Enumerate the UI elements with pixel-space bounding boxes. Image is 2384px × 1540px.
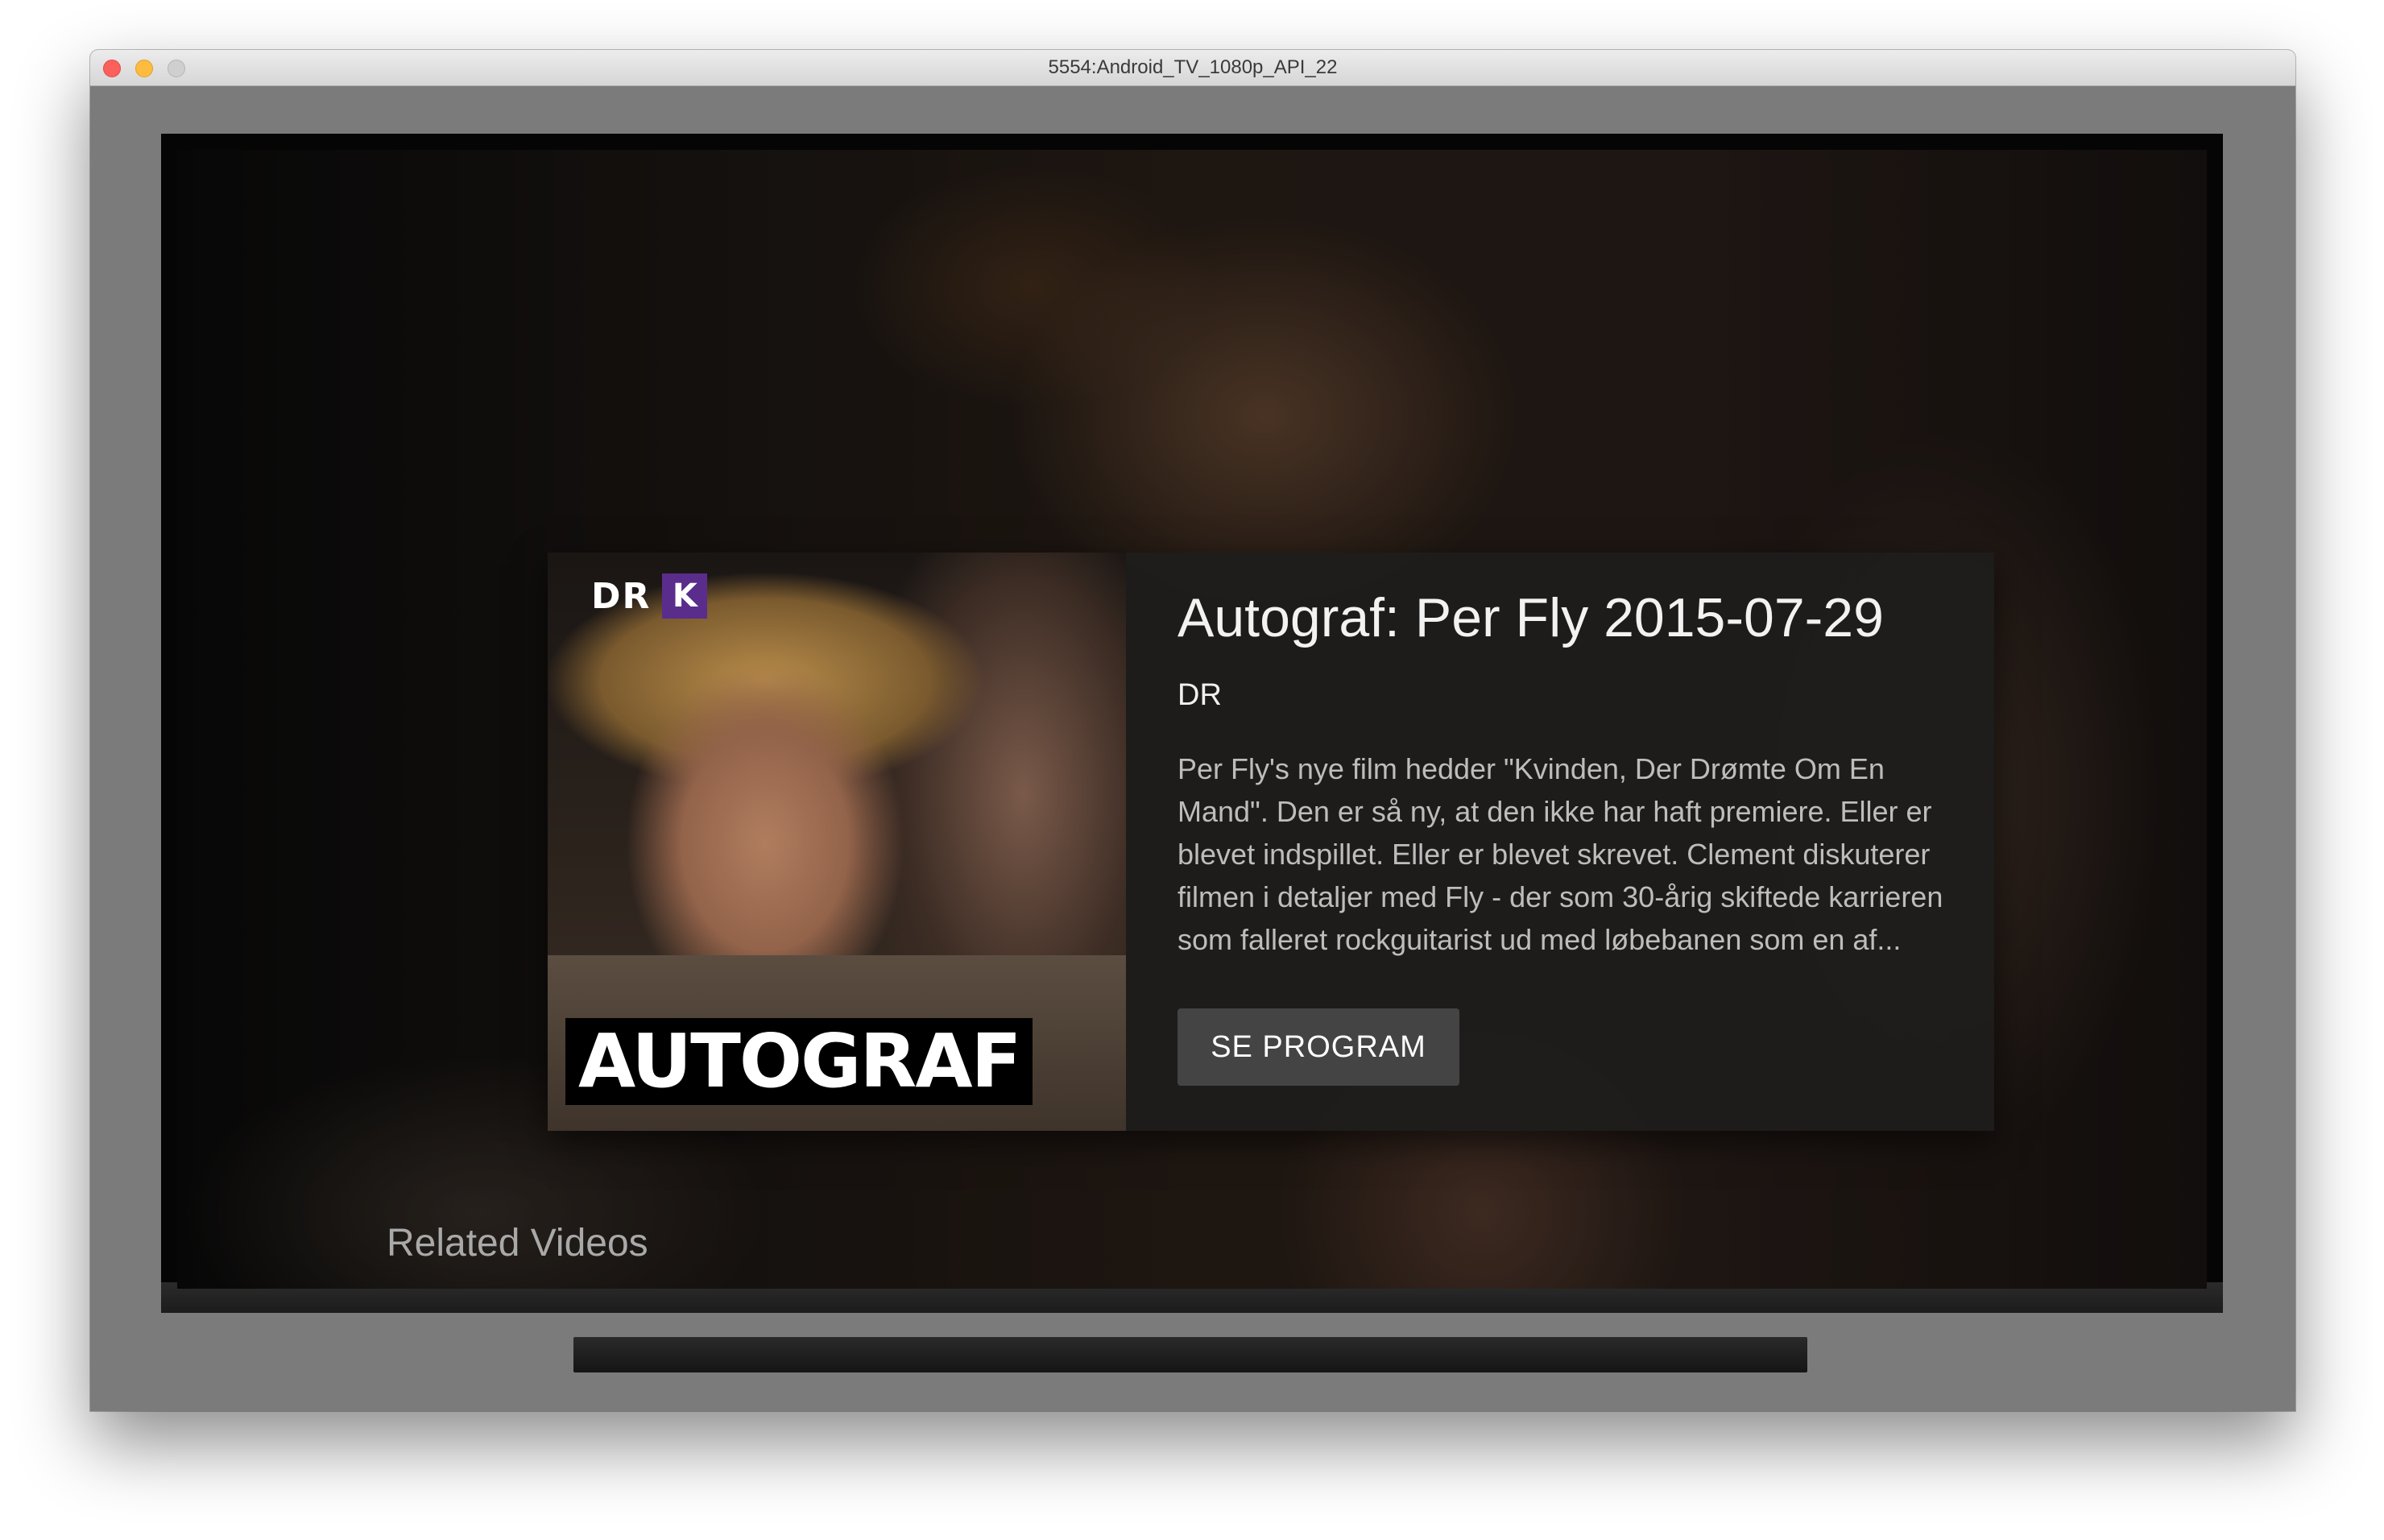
- channel-logo: DR K: [591, 573, 708, 619]
- poster-title-box: AUTOGRAF: [565, 1018, 1033, 1105]
- program-title: Autograf: Per Fly 2015-07-29: [1178, 587, 1884, 648]
- program-channel: DR: [1178, 678, 1222, 712]
- details-info-panel: Autograf: Per Fly 2015-07-29 DR Per Fly'…: [1126, 553, 1994, 1131]
- window-titlebar[interactable]: 5554:Android_TV_1080p_API_22: [90, 50, 2295, 86]
- details-card: DR K AUTOGRAF Autograf: Per Fly 2015-07-…: [548, 553, 1994, 1131]
- channel-logo-text: DR: [591, 575, 652, 617]
- watch-program-button[interactable]: SE PROGRAM: [1178, 1008, 1459, 1086]
- related-videos-header: Related Videos: [387, 1222, 648, 1265]
- channel-badge: K: [662, 573, 708, 619]
- window-title: 5554:Android_TV_1080p_API_22: [1048, 56, 1338, 78]
- program-poster: DR K AUTOGRAF: [548, 553, 1126, 1131]
- poster-title: AUTOGRAF: [578, 1018, 1021, 1104]
- program-description: Per Fly's nye film hedder "Kvinden, Der …: [1178, 752, 1943, 956]
- tv-screen: DR K AUTOGRAF Autograf: Per Fly 2015-07-…: [177, 150, 2207, 1289]
- emulator-window: 5554:Android_TV_1080p_API_22 DR K AUTOGR…: [90, 50, 2295, 1411]
- tv-stand: [573, 1337, 1807, 1372]
